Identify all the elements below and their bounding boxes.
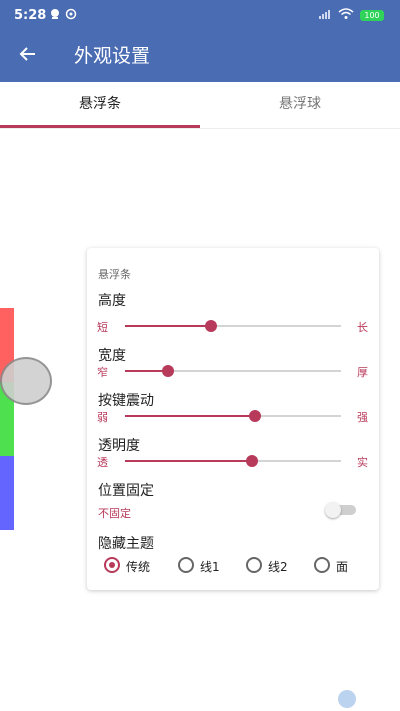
theme-option-label: 面: [336, 560, 349, 574]
tab-bar: 悬浮条 悬浮球: [0, 82, 400, 129]
active-tab-indicator: [0, 125, 200, 128]
back-button[interactable]: [14, 44, 42, 70]
status-bar: 5:28 100: [0, 0, 400, 32]
theme-option-label: 线1: [200, 560, 220, 574]
slider-fill: [125, 460, 252, 462]
slider-thumb[interactable]: [246, 455, 258, 467]
opacity-slider[interactable]: [125, 454, 341, 468]
toggle-knob: [325, 502, 341, 518]
fixed-position-status: 不固定: [98, 507, 131, 520]
slider-thumb[interactable]: [205, 320, 217, 332]
watermark-logo: [338, 690, 396, 708]
wifi-icon: [338, 8, 354, 22]
width-max-label: 厚: [357, 366, 368, 379]
vibration-slider[interactable]: [125, 409, 341, 423]
height-min-label: 短: [97, 321, 108, 334]
vibration-label: 按键震动: [98, 393, 154, 409]
notification-icon: [48, 8, 62, 22]
arrow-left-icon: [19, 47, 35, 61]
preview-segment-blue: [0, 456, 14, 530]
theme-option-label: 线2: [268, 560, 288, 574]
width-label: 宽度: [98, 348, 126, 364]
tab-float-bar[interactable]: 悬浮条: [0, 82, 200, 128]
sync-icon: [64, 8, 78, 22]
signal-icon: [318, 8, 332, 22]
width-slider[interactable]: [125, 364, 341, 378]
tab-float-ball[interactable]: 悬浮球: [200, 82, 400, 128]
radio-icon: [246, 557, 262, 573]
slider-fill: [125, 325, 211, 327]
status-time: 5:28: [14, 8, 47, 23]
card-header: 悬浮条: [98, 268, 131, 281]
height-label: 高度: [98, 293, 126, 309]
float-ball-preview[interactable]: [0, 357, 52, 405]
settings-card: 悬浮条 高度 短 长 宽度 窄 厚 按键震动 弱 强 透明度 透 实 位置固定 …: [87, 248, 379, 590]
app-bar: 外观设置: [0, 32, 400, 82]
width-min-label: 窄: [97, 366, 108, 379]
slider-fill: [125, 415, 255, 417]
fixed-position-label: 位置固定: [98, 483, 154, 499]
radio-icon: [104, 557, 120, 573]
radio-icon: [178, 557, 194, 573]
height-slider[interactable]: [125, 319, 341, 333]
opacity-label: 透明度: [98, 438, 140, 454]
hidden-theme-label: 隐藏主题: [98, 536, 154, 552]
slider-thumb[interactable]: [249, 410, 261, 422]
opacity-min-label: 透: [97, 456, 108, 469]
vibration-min-label: 弱: [97, 411, 108, 424]
opacity-max-label: 实: [357, 456, 368, 469]
height-max-label: 长: [357, 321, 368, 334]
theme-option-label: 传统: [126, 560, 151, 574]
page-title: 外观设置: [74, 45, 151, 67]
fixed-position-toggle[interactable]: [325, 502, 359, 518]
radio-icon: [314, 557, 330, 573]
float-bar-preview[interactable]: [0, 308, 14, 530]
watermark-icon: [338, 690, 356, 708]
slider-thumb[interactable]: [162, 365, 174, 377]
vibration-max-label: 强: [357, 411, 368, 424]
battery-icon: 100: [360, 10, 384, 21]
theme-radio-group: 传统 线1 线2 面: [104, 556, 374, 578]
